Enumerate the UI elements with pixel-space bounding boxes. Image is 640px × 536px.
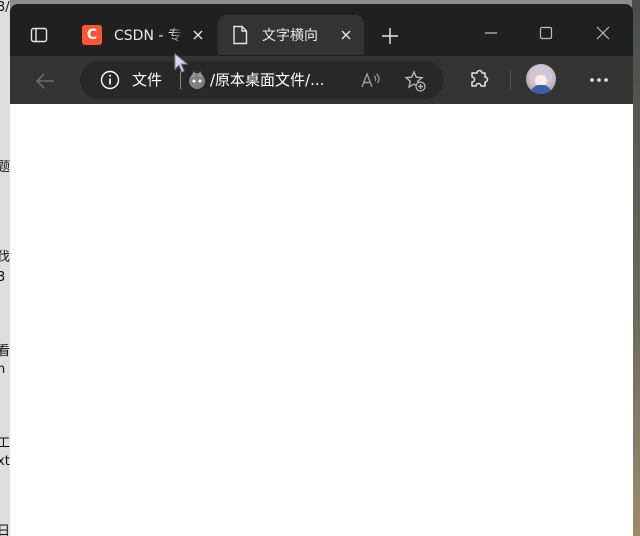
favorite-add-icon[interactable]: [404, 70, 426, 92]
desktop-glyph: xt: [0, 454, 10, 469]
desktop-glyph: 伐: [0, 250, 10, 265]
browser-toolbar: 文件 /原本桌面文件/...: [10, 56, 633, 104]
avatar-body: [531, 85, 551, 94]
tab-bar: C CSDN - 专 文字横向: [10, 4, 633, 60]
browser-window: C CSDN - 专 文字横向 文件 /原本桌面文件/...: [10, 4, 633, 536]
close-icon: [340, 29, 352, 41]
url-text: /原本桌面文件/...: [210, 71, 325, 89]
desktop-glyph: 日: [0, 524, 10, 536]
read-aloud-icon[interactable]: [360, 70, 382, 92]
tab-close-button[interactable]: [336, 25, 356, 45]
profile-avatar[interactable]: [526, 64, 556, 94]
address-separator: [180, 71, 181, 89]
close-icon: [192, 29, 204, 41]
back-button[interactable]: [30, 66, 60, 96]
more-button[interactable]: [585, 66, 613, 94]
desktop-glyph: 3: [0, 270, 6, 285]
desktop-glyph: 3/: [0, 0, 10, 15]
page-favicon: [230, 25, 250, 45]
tab-actions-button[interactable]: [24, 20, 54, 50]
minimize-icon: [484, 26, 498, 40]
csdn-logo-icon: C: [82, 25, 102, 45]
url-overlay-icon: [186, 69, 208, 91]
extensions-icon[interactable]: [465, 66, 493, 94]
maximize-button[interactable]: [531, 18, 561, 48]
sidebar-icon: [29, 25, 49, 45]
tab-title: CSDN - 专: [114, 28, 182, 44]
maximize-icon: [539, 26, 553, 40]
page-content[interactable]: [10, 104, 633, 536]
back-arrow-icon: [34, 70, 56, 92]
desktop-left-strip: 3/ 题 伐 3 看 n 工 xt 日: [0, 0, 10, 536]
address-bar[interactable]: 文件 /原本桌面文件/...: [80, 61, 444, 99]
mouse-cursor-icon: [174, 53, 188, 73]
tab-active-page[interactable]: 文字横向: [218, 15, 364, 55]
desktop-glyph: n: [0, 362, 6, 377]
toolbar-divider: [510, 70, 511, 90]
new-tab-button[interactable]: [376, 22, 404, 50]
close-icon: [596, 26, 610, 40]
tab-close-button[interactable]: [188, 25, 208, 45]
desktop-glyph: 看: [0, 344, 10, 359]
info-icon[interactable]: [100, 70, 120, 90]
minimize-button[interactable]: [476, 18, 506, 48]
csdn-favicon: C: [82, 25, 102, 45]
scheme-label: 文件: [132, 71, 163, 89]
tab-csdn[interactable]: C CSDN - 专: [70, 15, 216, 55]
desktop-glyph: 工: [0, 436, 10, 451]
plus-icon: [381, 27, 399, 45]
more-icon: [589, 77, 609, 83]
desktop-glyph: 题: [0, 160, 10, 175]
desktop-right-strip: [632, 0, 640, 536]
page-icon: [232, 25, 248, 45]
window-close-button[interactable]: [588, 18, 618, 48]
tab-title: 文字横向: [262, 28, 318, 44]
